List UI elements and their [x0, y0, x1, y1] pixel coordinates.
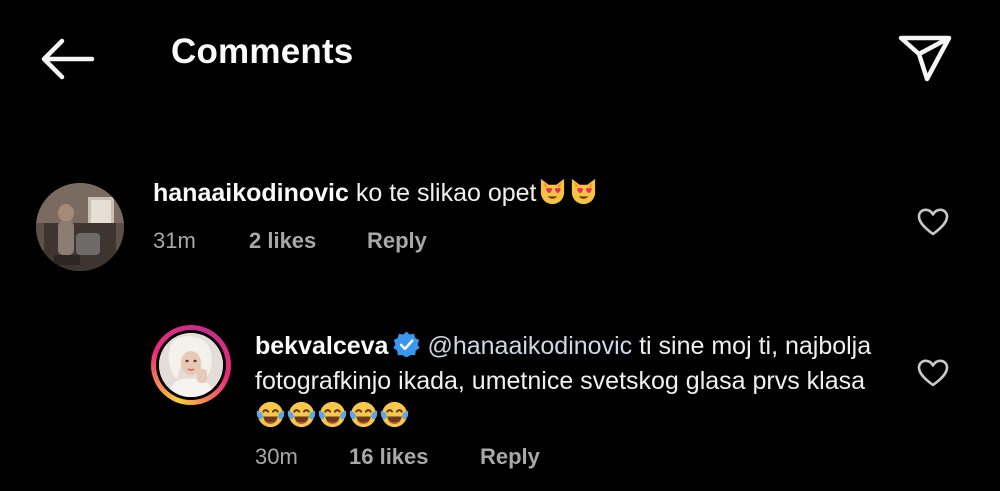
- like-button[interactable]: [916, 358, 950, 388]
- verified-badge-icon: [392, 330, 421, 359]
- face-with-tears-of-joy-icon: [255, 399, 286, 430]
- avatar-ring-gap: [156, 330, 226, 400]
- smiling-cat-heart-eyes-icon: [537, 176, 568, 207]
- avatar: [159, 333, 223, 397]
- comment-timestamp: 30m: [255, 444, 298, 469]
- heart-outline-icon: [917, 208, 949, 236]
- profile-photo: [159, 333, 223, 397]
- share-button[interactable]: [895, 33, 955, 85]
- comment-text: bekvalceva @hanaaikodinovic ti sine moj …: [255, 329, 875, 434]
- mention-link[interactable]: @hanaaikodinovic: [427, 332, 632, 360]
- back-button[interactable]: [36, 34, 96, 84]
- comment-meta: 30m 16 likes Reply: [255, 444, 540, 470]
- comment-body: ko te slikao opet: [355, 179, 537, 207]
- comment-username[interactable]: bekvalceva: [255, 332, 388, 360]
- avatar[interactable]: [36, 183, 124, 271]
- reply-button[interactable]: Reply: [367, 228, 427, 254]
- comments-header: Comments: [0, 0, 1000, 110]
- comment-timestamp: 31m: [153, 228, 196, 253]
- profile-photo: [36, 183, 124, 271]
- paper-plane-icon: [898, 35, 952, 82]
- comment-text: hanaaikodinovic ko te slikao opet: [153, 176, 873, 211]
- likes-count[interactable]: 16 likes: [349, 444, 480, 470]
- face-with-tears-of-joy-icon: [379, 399, 410, 430]
- face-with-tears-of-joy-icon: [317, 399, 348, 430]
- smiling-cat-heart-eyes-icon: [568, 176, 599, 207]
- avatar-story-ring[interactable]: [151, 325, 231, 405]
- comment-username[interactable]: hanaaikodinovic: [153, 179, 349, 207]
- arrow-left-icon: [41, 38, 95, 80]
- page-title: Comments: [171, 32, 354, 71]
- heart-outline-icon: [917, 359, 949, 387]
- comment-meta: 31m 2 likes Reply: [153, 228, 427, 254]
- face-with-tears-of-joy-icon: [348, 399, 379, 430]
- like-button[interactable]: [916, 207, 950, 237]
- face-with-tears-of-joy-icon: [286, 399, 317, 430]
- reply-button[interactable]: Reply: [480, 444, 540, 470]
- likes-count[interactable]: 2 likes: [249, 228, 367, 254]
